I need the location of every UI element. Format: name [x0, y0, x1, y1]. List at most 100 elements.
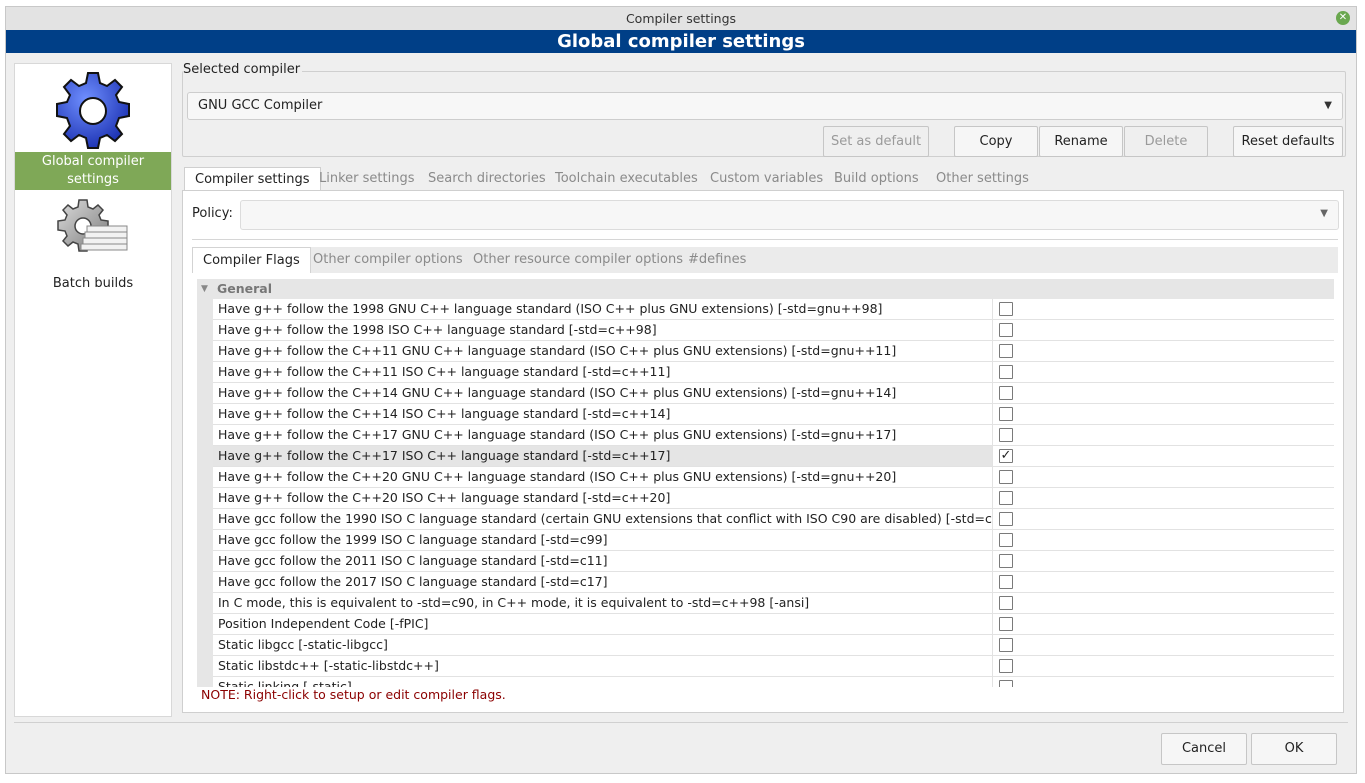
tab-defines[interactable]: #defines: [678, 247, 756, 273]
rename-button[interactable]: Rename: [1039, 126, 1123, 157]
reset-defaults-button[interactable]: Reset defaults: [1233, 126, 1343, 157]
divider: [14, 722, 1348, 723]
category-header-general[interactable]: ▼ General: [197, 279, 1334, 299]
compiler-settings-dialog: Compiler settings ✕ Global compiler sett…: [5, 6, 1357, 774]
compiler-settings-panel: Policy: ▼ Compiler Flags Other compiler …: [182, 190, 1344, 713]
flag-label: Static libgcc [-static-libgcc]: [213, 635, 993, 655]
selected-compiler-group: Selected compiler GNU GCC Compiler ▼ Set…: [182, 62, 1346, 157]
flag-label: Have g++ follow the C++17 GNU C++ langua…: [213, 425, 993, 445]
sidebar-item-batch-builds[interactable]: Batch builds: [15, 196, 171, 294]
flag-checkbox[interactable]: [999, 638, 1013, 652]
table-row[interactable]: Have gcc follow the 1999 ISO C language …: [213, 530, 1334, 551]
flag-checkbox[interactable]: [999, 491, 1013, 505]
flag-checkbox[interactable]: [999, 407, 1013, 421]
table-row[interactable]: Have g++ follow the C++11 ISO C++ langua…: [213, 362, 1334, 383]
window-titlebar: Compiler settings ✕: [6, 7, 1356, 30]
flag-checkbox[interactable]: [999, 512, 1013, 526]
flag-checkbox[interactable]: [999, 470, 1013, 484]
sidebar: Global compiler settings Batch builds: [14, 63, 172, 717]
flag-checkbox[interactable]: [999, 680, 1013, 687]
flag-checkbox[interactable]: [999, 428, 1013, 442]
flag-label: Have g++ follow the C++20 GNU C++ langua…: [213, 467, 993, 487]
flags-note: NOTE: Right-click to setup or edit compi…: [201, 687, 506, 702]
table-row[interactable]: Have g++ follow the C++11 GNU C++ langua…: [213, 341, 1334, 362]
table-row[interactable]: Static libgcc [-static-libgcc]: [213, 635, 1334, 656]
flag-checkbox[interactable]: [999, 596, 1013, 610]
tab-compiler-settings[interactable]: Compiler settings: [184, 167, 321, 192]
flag-label: Have gcc follow the 2011 ISO C language …: [213, 551, 993, 571]
table-row[interactable]: Have g++ follow the C++20 ISO C++ langua…: [213, 488, 1334, 509]
flag-checkbox[interactable]: [999, 575, 1013, 589]
gear-icon: [56, 72, 130, 149]
flag-label: Position Independent Code [-fPIC]: [213, 614, 993, 634]
collapse-triangle-icon[interactable]: ▼: [201, 279, 208, 299]
table-row[interactable]: In C mode, this is equivalent to -std=c9…: [213, 593, 1334, 614]
table-row[interactable]: Have g++ follow the C++14 GNU C++ langua…: [213, 383, 1334, 404]
compiler-select[interactable]: GNU GCC Compiler ▼: [187, 92, 1343, 120]
tab-custom-variables[interactable]: Custom variables: [700, 167, 833, 191]
flag-label: Have gcc follow the 1990 ISO C language …: [213, 509, 993, 529]
flag-checkbox[interactable]: ✓: [999, 449, 1013, 463]
category-label: General: [217, 281, 272, 296]
table-row[interactable]: Have g++ follow the 1998 GNU C++ languag…: [213, 299, 1334, 320]
chevron-down-icon: ▼: [1320, 208, 1328, 219]
flag-checkbox[interactable]: [999, 344, 1013, 358]
sidebar-item-global-compiler-settings[interactable]: Global compiler settings: [15, 70, 171, 190]
flag-label: Have g++ follow the C++17 ISO C++ langua…: [213, 446, 993, 466]
flag-checkbox[interactable]: [999, 533, 1013, 547]
ok-button[interactable]: OK: [1251, 733, 1337, 765]
policy-select[interactable]: ▼: [240, 200, 1339, 230]
flag-checkbox[interactable]: [999, 659, 1013, 673]
table-row[interactable]: Have gcc follow the 2011 ISO C language …: [213, 551, 1334, 572]
table-row[interactable]: Static libstdc++ [-static-libstdc++]: [213, 656, 1334, 677]
policy-label: Policy:: [192, 206, 233, 221]
gear-stack-icon: [57, 199, 128, 252]
flag-checkbox[interactable]: [999, 386, 1013, 400]
flag-checkbox[interactable]: [999, 323, 1013, 337]
flag-label: Have g++ follow the C++11 GNU C++ langua…: [213, 341, 993, 361]
window-title: Compiler settings: [625, 11, 737, 26]
tab-other-resource-compiler-options[interactable]: Other resource compiler options: [463, 247, 693, 273]
flag-label: Have g++ follow the C++14 GNU C++ langua…: [213, 383, 993, 403]
flag-checkbox[interactable]: [999, 617, 1013, 631]
compiler-select-value: GNU GCC Compiler: [198, 98, 323, 113]
flag-label: Static libstdc++ [-static-libstdc++]: [213, 656, 993, 676]
set-as-default-button[interactable]: Set as default: [823, 126, 929, 157]
main-content: Selected compiler GNU GCC Compiler ▼ Set…: [182, 62, 1346, 715]
tab-compiler-flags[interactable]: Compiler Flags: [192, 247, 311, 273]
flag-checkbox[interactable]: [999, 302, 1013, 316]
tab-toolchain-executables[interactable]: Toolchain executables: [545, 167, 708, 191]
flag-label: Have g++ follow the C++20 ISO C++ langua…: [213, 488, 993, 508]
table-row[interactable]: Have g++ follow the C++17 GNU C++ langua…: [213, 425, 1334, 446]
flag-label: Have gcc follow the 2017 ISO C language …: [213, 572, 993, 592]
table-row[interactable]: Have gcc follow the 1990 ISO C language …: [213, 509, 1334, 530]
compiler-subtabs: Compiler Flags Other compiler options Ot…: [192, 247, 1338, 273]
chevron-down-icon: ▼: [1324, 100, 1332, 111]
delete-button[interactable]: Delete: [1124, 126, 1208, 157]
table-row[interactable]: Have g++ follow the C++17 ISO C++ langua…: [213, 446, 1334, 467]
flag-checkbox[interactable]: [999, 554, 1013, 568]
copy-button[interactable]: Copy: [954, 126, 1038, 157]
group-title: Selected compiler: [183, 62, 303, 77]
flag-label: Have g++ follow the C++14 ISO C++ langua…: [213, 404, 993, 424]
flag-label: In C mode, this is equivalent to -std=c9…: [213, 593, 993, 613]
close-icon[interactable]: ✕: [1336, 11, 1350, 25]
cancel-button[interactable]: Cancel: [1161, 733, 1247, 765]
table-row[interactable]: Have g++ follow the C++20 GNU C++ langua…: [213, 467, 1334, 488]
tab-search-directories[interactable]: Search directories: [418, 167, 556, 191]
tab-other-settings[interactable]: Other settings: [926, 167, 1039, 191]
flag-label: Have g++ follow the C++11 ISO C++ langua…: [213, 362, 993, 382]
table-row[interactable]: Position Independent Code [-fPIC]: [213, 614, 1334, 635]
table-row[interactable]: Have g++ follow the C++14 ISO C++ langua…: [213, 404, 1334, 425]
sidebar-item-label: Batch builds: [52, 276, 134, 291]
page-title: Global compiler settings: [6, 30, 1356, 53]
tab-other-compiler-options[interactable]: Other compiler options: [303, 247, 473, 273]
table-row[interactable]: Have g++ follow the 1998 ISO C++ languag…: [213, 320, 1334, 341]
tab-linker-settings[interactable]: Linker settings: [309, 167, 424, 191]
flag-checkbox[interactable]: [999, 365, 1013, 379]
table-row[interactable]: Static linking [-static]: [213, 677, 1334, 687]
flag-label: Have gcc follow the 1999 ISO C language …: [213, 530, 993, 550]
divider: [192, 239, 1338, 240]
table-row[interactable]: Have gcc follow the 2017 ISO C language …: [213, 572, 1334, 593]
tab-build-options[interactable]: Build options: [824, 167, 929, 191]
